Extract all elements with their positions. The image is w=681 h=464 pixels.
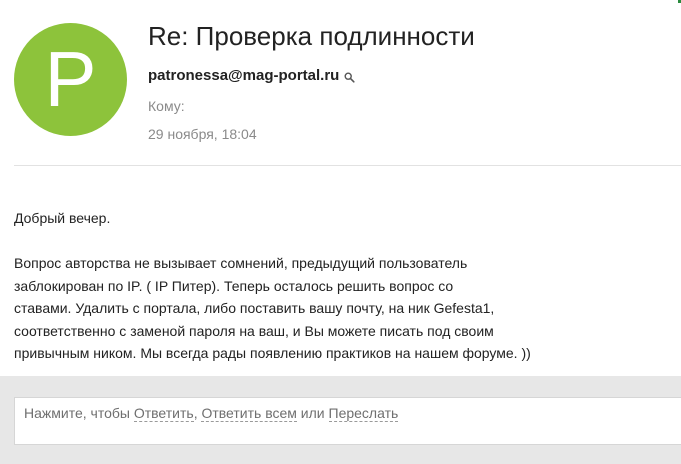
avatar: P bbox=[14, 23, 127, 136]
body-line: привычным ником. Мы всегда рады появлени… bbox=[14, 345, 531, 361]
header-divider bbox=[14, 165, 681, 166]
body-line: соответственно с заменой пароля на ваш, … bbox=[14, 322, 494, 339]
reply-prefix: Нажмите, чтобы bbox=[24, 405, 134, 421]
body-line: ставами. Удалить с портала, либо постави… bbox=[14, 300, 495, 316]
sender-email[interactable]: patronessa@mag-portal.ru bbox=[148, 67, 339, 84]
recipient-label: Кому: bbox=[148, 98, 185, 114]
body-greeting: Добрый вечер. bbox=[14, 210, 111, 226]
search-icon[interactable] bbox=[344, 70, 355, 83]
sender-row[interactable]: patronessa@mag-portal.ru bbox=[148, 66, 355, 84]
reply-button[interactable]: Ответить bbox=[133, 405, 194, 422]
forward-button[interactable]: Переслать bbox=[328, 405, 399, 422]
top-border bbox=[0, 0, 681, 2]
reply-prompt: Нажмите, чтобы Ответить, Ответить всем и… bbox=[24, 405, 399, 422]
reply-separator: или bbox=[296, 405, 329, 421]
reply-all-button[interactable]: Ответить всем bbox=[201, 405, 297, 422]
message-date: 29 ноября, 18:04 bbox=[148, 126, 257, 142]
message-subject: Re: Проверка подлинности bbox=[148, 21, 475, 51]
message-body: Добрый вечер. Вопрос авторства не вызыва… bbox=[14, 207, 614, 365]
body-line: Вопрос авторства не вызывает сомнений, п… bbox=[14, 255, 468, 271]
body-line: заблокирован по IP. ( IP Питер). Теперь … bbox=[14, 277, 454, 294]
